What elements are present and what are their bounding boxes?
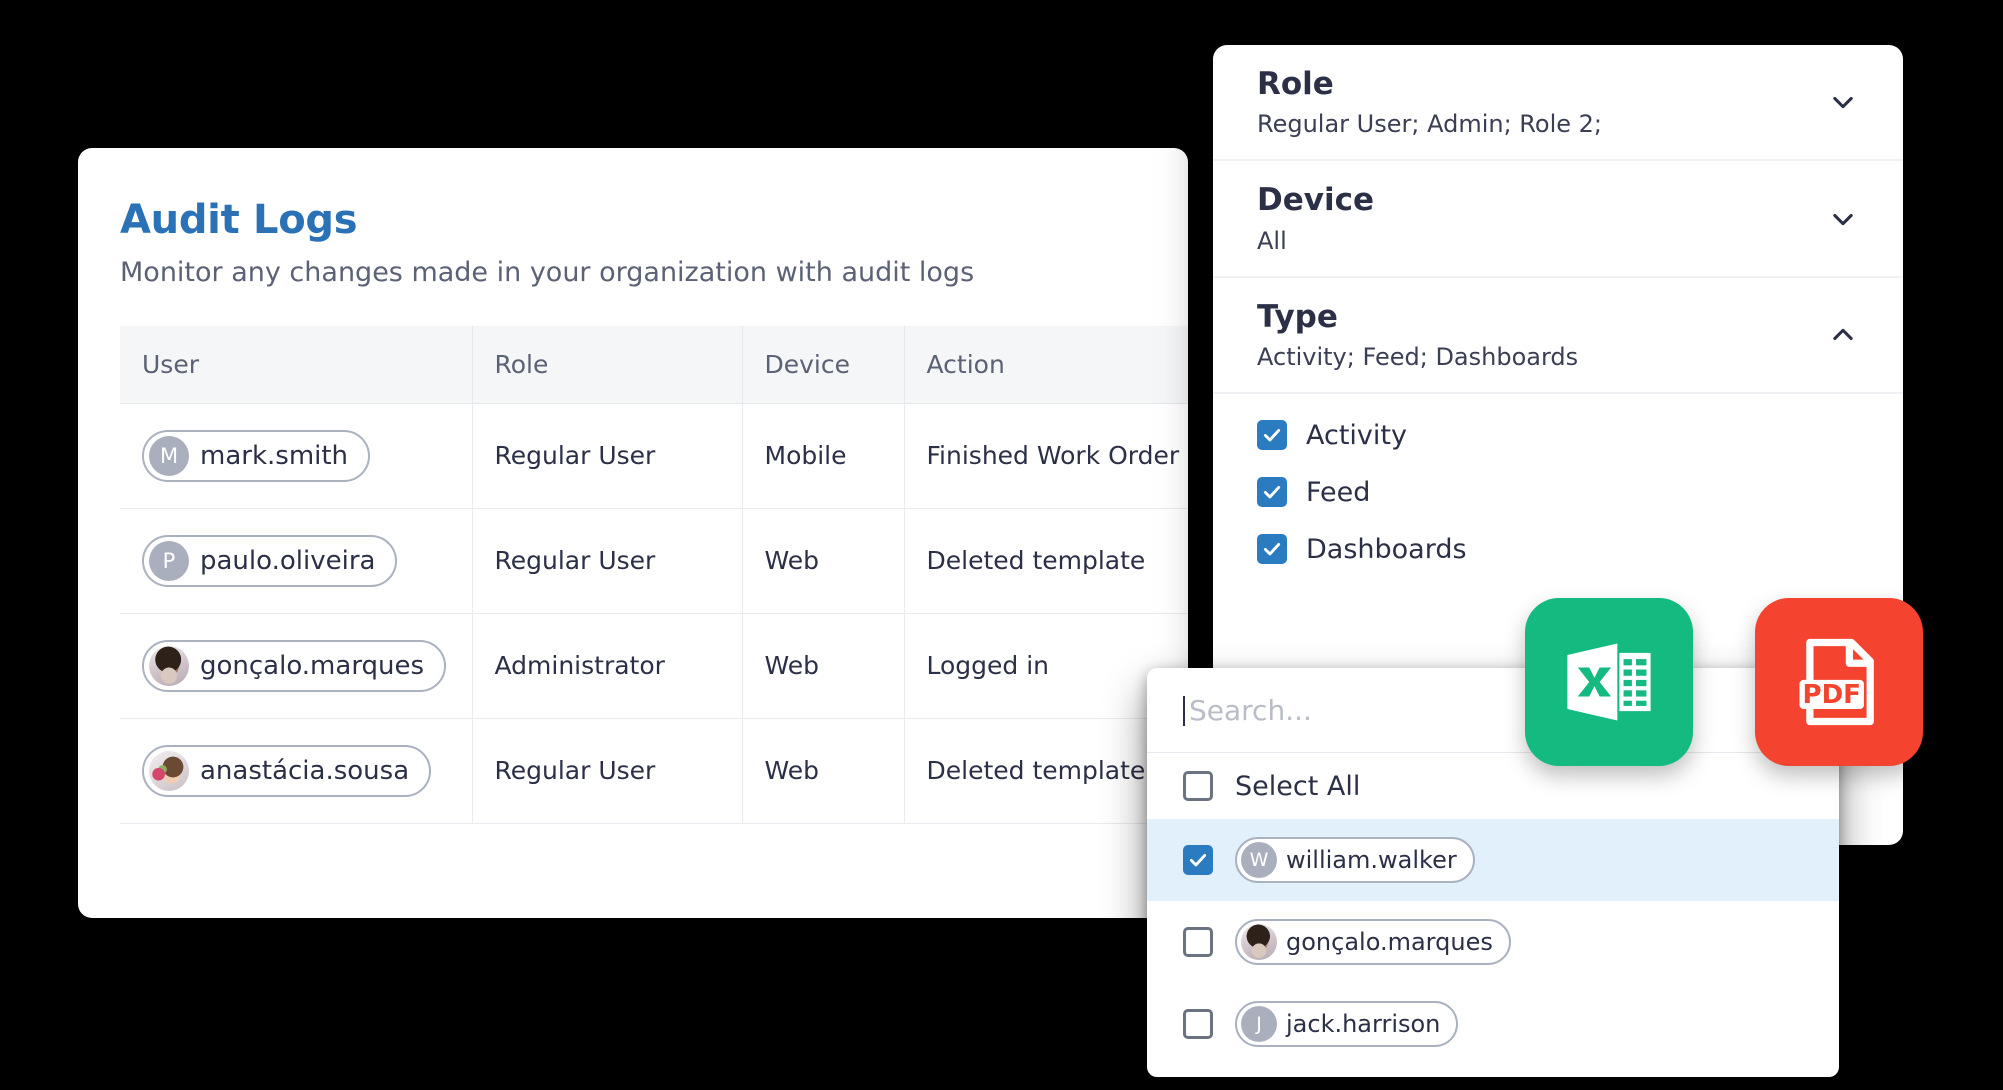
checkbox-unchecked-icon[interactable] — [1183, 927, 1213, 957]
export-buttons: PDF — [1525, 598, 1923, 766]
filter-title-device: Device — [1257, 182, 1374, 219]
avatar — [1241, 924, 1277, 960]
pdf-file-icon[interactable]: PDF — [1755, 598, 1923, 766]
user-chip[interactable]: M mark.smith — [142, 429, 371, 482]
text-cursor — [1183, 696, 1185, 726]
user-name: william.walker — [1286, 846, 1457, 874]
type-option-label: Activity — [1306, 419, 1407, 451]
avatar — [149, 645, 189, 686]
table-row[interactable]: P paulo.oliveira Regular User Web Delete… — [120, 508, 1188, 614]
filter-value-type: Activity; Feed; Dashboards — [1257, 343, 1579, 372]
cell-role: Regular User — [472, 403, 743, 509]
avatar: W — [1241, 842, 1277, 878]
user-chip[interactable]: anastácia.sousa — [142, 744, 432, 797]
user-chip[interactable]: W william.walker — [1235, 837, 1475, 883]
cell-role: Administrator — [472, 613, 743, 719]
checkbox-checked-icon[interactable] — [1257, 420, 1287, 451]
user-option-jack-harrison[interactable]: J jack.harrison — [1147, 983, 1839, 1077]
filter-section-type[interactable]: Type Activity; Feed; Dashboards — [1213, 278, 1903, 395]
cell-device: Mobile — [742, 403, 905, 509]
cell-user: gonçalo.marques — [120, 613, 473, 719]
type-options-list: Activity Feed Dashboards — [1213, 394, 1903, 584]
table-header-row: User Role Device Action — [120, 325, 1188, 404]
avatar: P — [149, 540, 189, 581]
cell-user: M mark.smith — [120, 403, 473, 509]
chevron-down-icon[interactable] — [1829, 205, 1857, 233]
avatar: J — [1241, 1006, 1277, 1042]
cell-user: anastácia.sousa — [120, 718, 473, 824]
user-name: mark.smith — [200, 440, 349, 471]
select-all-label: Select All — [1235, 770, 1361, 802]
type-option-activity[interactable]: Activity — [1257, 419, 1859, 451]
type-option-label: Dashboards — [1306, 533, 1467, 565]
user-name: paulo.oliveira — [200, 545, 376, 576]
table-body: M mark.smith Regular User Mobile Finishe… — [120, 403, 1188, 824]
column-header-device[interactable]: Device — [742, 325, 905, 404]
cell-role: Regular User — [472, 718, 743, 824]
search-placeholder: Search... — [1189, 694, 1312, 727]
user-chip[interactable]: J jack.harrison — [1235, 1001, 1459, 1047]
cell-action: Logged in — [904, 613, 1188, 719]
user-name: gonçalo.marques — [200, 650, 425, 681]
user-chip[interactable]: gonçalo.marques — [142, 639, 447, 692]
page-title: Audit Logs — [120, 197, 358, 243]
cell-action: Deleted template — [904, 718, 1188, 824]
checkbox-unchecked-icon[interactable] — [1183, 1009, 1213, 1039]
page-subtitle: Monitor any changes made in your organiz… — [120, 257, 975, 288]
checkbox-checked-icon[interactable] — [1183, 845, 1213, 875]
excel-file-icon[interactable] — [1525, 598, 1693, 766]
audit-logs-card: Audit Logs Monitor any changes made in y… — [78, 148, 1188, 918]
filter-section-role[interactable]: Role Regular User; Admin; Role 2; — [1213, 45, 1903, 162]
cell-action: Finished Work Order — [904, 403, 1188, 509]
user-option-william-walker[interactable]: W william.walker — [1147, 819, 1839, 901]
table-row[interactable]: anastácia.sousa Regular User Web Deleted… — [120, 718, 1188, 824]
column-header-action[interactable]: Action — [904, 325, 1188, 404]
chevron-up-icon[interactable] — [1829, 321, 1857, 349]
cell-device: Web — [742, 718, 905, 824]
pdf-label: PDF — [1803, 680, 1861, 710]
user-name: anastácia.sousa — [200, 755, 410, 786]
filter-title-role: Role — [1257, 66, 1334, 102]
table-row[interactable]: M mark.smith Regular User Mobile Finishe… — [120, 403, 1188, 509]
user-chip[interactable]: P paulo.oliveira — [142, 534, 398, 587]
cell-action: Deleted template — [904, 508, 1188, 614]
checkbox-unchecked-icon[interactable] — [1183, 771, 1213, 801]
avatar — [149, 750, 189, 791]
audit-logs-table: User Role Device Action M mark.smith Reg… — [120, 325, 1188, 824]
screenshot-stage: Audit Logs Monitor any changes made in y… — [0, 0, 2003, 1090]
column-header-role[interactable]: Role — [472, 325, 743, 404]
filter-value-device: All — [1257, 226, 1287, 255]
filter-value-role: Regular User; Admin; Role 2; — [1257, 110, 1602, 139]
checkbox-checked-icon[interactable] — [1257, 477, 1287, 508]
user-name: gonçalo.marques — [1286, 928, 1493, 956]
table-row[interactable]: gonçalo.marques Administrator Web Logged… — [120, 613, 1188, 719]
type-option-label: Feed — [1306, 476, 1371, 508]
checkbox-checked-icon[interactable] — [1257, 534, 1287, 565]
table-header: User Role Device Action — [120, 325, 1188, 404]
chevron-down-icon[interactable] — [1829, 88, 1857, 116]
filter-section-device[interactable]: Device All — [1213, 161, 1903, 278]
cell-device: Web — [742, 613, 905, 719]
audit-logs-content: Audit Logs Monitor any changes made in y… — [78, 148, 1188, 824]
type-option-dashboards[interactable]: Dashboards — [1257, 533, 1859, 565]
cell-role: Regular User — [472, 508, 743, 614]
column-header-user[interactable]: User — [120, 325, 473, 404]
type-option-feed[interactable]: Feed — [1257, 476, 1859, 508]
user-chip[interactable]: gonçalo.marques — [1235, 919, 1511, 965]
cell-device: Web — [742, 508, 905, 614]
cell-user: P paulo.oliveira — [120, 508, 473, 614]
avatar: M — [149, 435, 189, 476]
user-option-goncalo-marques[interactable]: gonçalo.marques — [1147, 901, 1839, 983]
user-name: jack.harrison — [1286, 1010, 1441, 1038]
filter-title-type: Type — [1257, 298, 1338, 335]
